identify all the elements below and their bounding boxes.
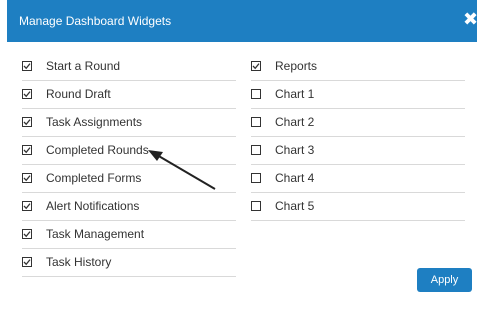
widget-option-label: Chart 5 xyxy=(275,199,315,213)
checkmark-icon xyxy=(23,91,31,98)
widget-option-label: Chart 2 xyxy=(275,115,315,129)
widget-option[interactable]: Chart 3 xyxy=(251,137,465,165)
widget-option[interactable]: Task History xyxy=(22,249,236,277)
close-icon[interactable]: ✖ xyxy=(463,9,477,29)
checkmark-icon xyxy=(23,147,31,154)
checkmark-icon xyxy=(23,259,31,266)
checkbox-checked[interactable] xyxy=(22,229,32,239)
widget-option[interactable]: Round Draft xyxy=(22,81,236,109)
widget-option[interactable]: Task Management xyxy=(22,221,236,249)
checkmark-icon xyxy=(252,63,260,70)
widget-option-label: Chart 1 xyxy=(275,87,315,101)
widget-option[interactable]: Alert Notifications xyxy=(22,193,236,221)
widget-option-label: Task History xyxy=(46,255,112,269)
checkbox-checked[interactable] xyxy=(22,173,32,183)
checkbox-unchecked[interactable] xyxy=(251,117,261,127)
checkmark-icon xyxy=(23,119,31,126)
checkbox-checked[interactable] xyxy=(22,145,32,155)
widget-list-left: Start a Round Round Draft Task Assignments… xyxy=(22,53,236,277)
widget-option[interactable]: Start a Round xyxy=(22,53,236,81)
widget-option-label: Chart 4 xyxy=(275,171,315,185)
widget-list-right: Reports Chart 1 Chart 2 Chart 3 Chart 4 Chart… xyxy=(251,53,465,221)
widget-option[interactable]: Completed Forms xyxy=(22,165,236,193)
checkmark-icon xyxy=(23,231,31,238)
checkbox-checked[interactable] xyxy=(251,61,261,71)
checkbox-unchecked[interactable] xyxy=(251,173,261,183)
apply-button[interactable]: Apply xyxy=(417,268,472,292)
widget-option[interactable]: Completed Rounds xyxy=(22,137,236,165)
checkbox-checked[interactable] xyxy=(22,117,32,127)
checkbox-unchecked[interactable] xyxy=(251,89,261,99)
widget-option[interactable]: Chart 5 xyxy=(251,193,465,221)
checkmark-icon xyxy=(23,63,31,70)
checkmark-icon xyxy=(23,175,31,182)
checkmark-icon xyxy=(23,203,31,210)
widget-option[interactable]: Chart 1 xyxy=(251,81,465,109)
widget-option-label: Task Assignments xyxy=(46,115,143,129)
widget-option-label: Task Management xyxy=(46,227,145,241)
dialog-header: Manage Dashboard Widgets ✖ xyxy=(7,0,477,42)
widget-option-label: Completed Rounds xyxy=(46,143,149,157)
checkbox-unchecked[interactable] xyxy=(251,145,261,155)
checkbox-checked[interactable] xyxy=(22,89,32,99)
widget-option[interactable]: Chart 2 xyxy=(251,109,465,137)
widget-option-label: Chart 3 xyxy=(275,143,315,157)
widget-option-label: Reports xyxy=(275,59,318,73)
checkbox-checked[interactable] xyxy=(22,257,32,267)
checkbox-checked[interactable] xyxy=(22,201,32,211)
widget-option[interactable]: Chart 4 xyxy=(251,165,465,193)
widget-option[interactable]: Reports xyxy=(251,53,465,81)
checkbox-unchecked[interactable] xyxy=(251,201,261,211)
widget-option[interactable]: Task Assignments xyxy=(22,109,236,137)
dialog-title: Manage Dashboard Widgets xyxy=(19,14,172,28)
checkbox-checked[interactable] xyxy=(22,61,32,71)
manage-widgets-dialog: Manage Dashboard Widgets ✖ Start a Round… xyxy=(0,0,477,324)
widget-option-label: Alert Notifications xyxy=(46,199,140,213)
widget-option-label: Round Draft xyxy=(46,87,111,101)
widget-option-label: Start a Round xyxy=(46,59,121,73)
widget-option-label: Completed Forms xyxy=(46,171,142,185)
